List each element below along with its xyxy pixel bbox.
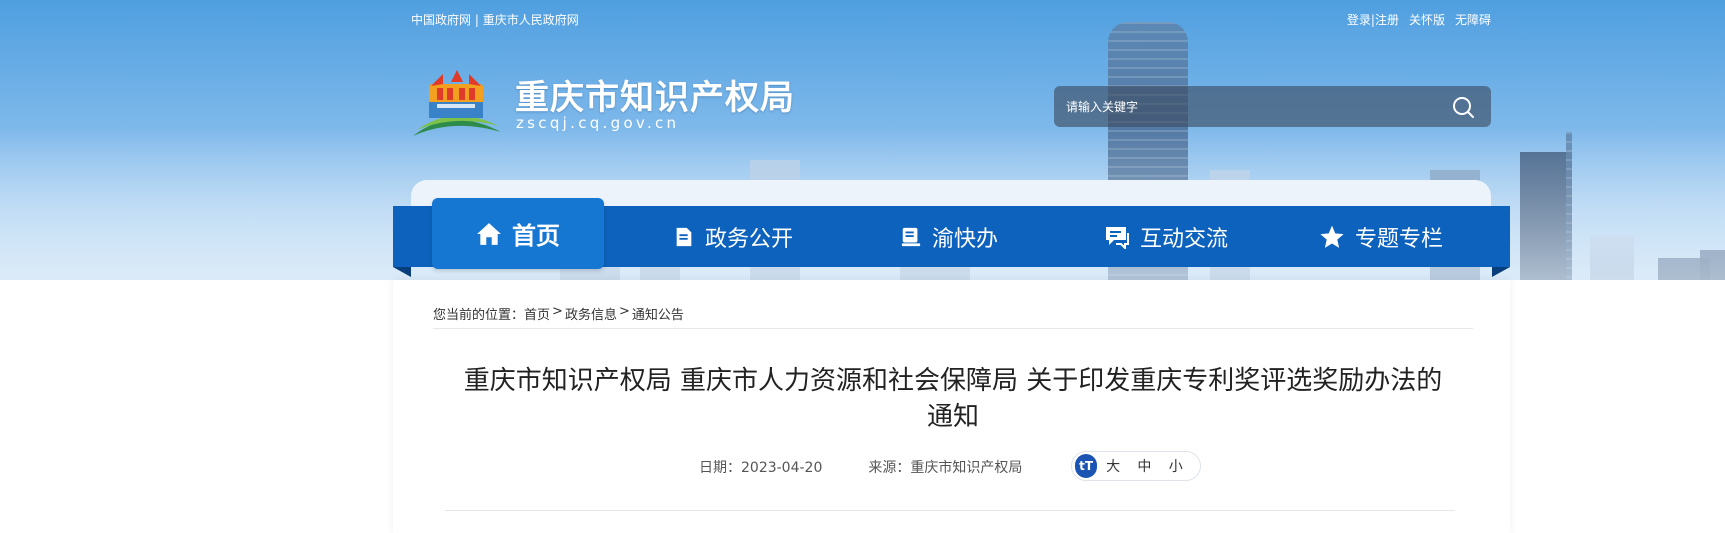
- search-icon[interactable]: [1451, 95, 1475, 119]
- font-size-icon: tT: [1075, 454, 1098, 478]
- nav-item-label: 政务公开: [705, 226, 794, 252]
- link-cq-gov[interactable]: 重庆市人民政府网: [483, 13, 579, 27]
- date-value: 2023-04-20: [741, 460, 823, 476]
- site-logo[interactable]: [411, 66, 503, 138]
- document-icon: [676, 227, 692, 246]
- source-label: 来源：: [868, 460, 911, 476]
- article-date: 日期：2023-04-20: [699, 457, 822, 477]
- breadcrumb-notices[interactable]: 通知公告: [632, 304, 684, 323]
- nav-item-label: 渝快办: [932, 226, 999, 252]
- nav-item-label: 专题专栏: [1355, 226, 1444, 252]
- nav-item-gov-affairs[interactable]: 政务公开: [673, 206, 793, 267]
- font-size-small[interactable]: 小: [1169, 456, 1200, 476]
- breadcrumb-separator: >: [618, 304, 630, 319]
- breadcrumb-gov-info[interactable]: 政务信息: [565, 304, 617, 323]
- link-gov-cn[interactable]: 中国政府网: [411, 13, 471, 27]
- font-size-switcher: tT 大 中 小: [1071, 451, 1201, 481]
- search-box: [1054, 86, 1491, 127]
- nav-item-interaction[interactable]: 互动交流: [1104, 206, 1228, 267]
- top-link-separator: |: [474, 13, 479, 27]
- site-title[interactable]: 重庆市知识产权局: [515, 70, 795, 119]
- article-title-line2: 通知: [926, 402, 979, 432]
- article-title-line1: 重庆市知识产权局 重庆市人力资源和社会保障局 关于印发重庆专利奖评选奖励办法的: [463, 366, 1443, 396]
- article-source: 来源：重庆市知识产权局: [868, 457, 1022, 477]
- source-value: 重庆市知识产权局: [910, 460, 1023, 476]
- date-label: 日期：: [699, 460, 741, 476]
- chat-icon: [1106, 226, 1129, 249]
- top-links-right: 登录|注册 关怀版 无障碍: [1347, 11, 1491, 28]
- font-size-medium[interactable]: 中: [1137, 456, 1168, 476]
- nav-item-label: 首页: [512, 222, 560, 250]
- font-size-large[interactable]: 大: [1106, 456, 1137, 476]
- nav-fold-left: [393, 267, 411, 277]
- home-icon: [477, 222, 501, 245]
- article-meta: 日期：2023-04-20 来源：重庆市知识产权局: [699, 457, 1022, 477]
- article-title: 重庆市知识产权局 重庆市人力资源和社会保障局 关于印发重庆专利奖评选奖励办法的 …: [433, 363, 1473, 435]
- breadcrumb-prefix: 您当前的位置：: [433, 308, 525, 323]
- nav-item-special-topics[interactable]: 专题专栏: [1319, 206, 1443, 267]
- nav-item-yukuaiban[interactable]: 渝快办: [900, 206, 998, 267]
- login-register-link[interactable]: 登录|注册: [1347, 11, 1399, 28]
- divider: [445, 510, 1455, 511]
- accessibility-link[interactable]: 无障碍: [1455, 11, 1491, 28]
- breadcrumb: 您当前的位置： 首页 > 政务信息 > 通知公告: [433, 304, 684, 323]
- breadcrumb-home[interactable]: 首页: [524, 304, 550, 323]
- care-version-link[interactable]: 关怀版: [1409, 11, 1445, 28]
- site-domain: zscqj.cq.gov.cn: [516, 114, 680, 132]
- nav-fold-right: [1492, 267, 1510, 277]
- search-input[interactable]: [1066, 86, 1426, 127]
- star-icon: [1320, 225, 1344, 248]
- breadcrumb-separator: >: [552, 304, 563, 319]
- book-icon: [901, 227, 921, 246]
- divider: [433, 328, 1473, 329]
- article-panel: 您当前的位置： 首页 > 政务信息 > 通知公告 重庆市知识产权局 重庆市人力资…: [393, 280, 1510, 533]
- top-links-left: 中国政府网 | 重庆市人民政府网: [411, 11, 579, 28]
- nav-item-label: 互动交流: [1140, 226, 1229, 252]
- main-nav: 首页 政务公开 渝快办 互动交流 专题专栏: [393, 198, 1510, 269]
- nav-item-home[interactable]: 首页: [432, 198, 604, 269]
